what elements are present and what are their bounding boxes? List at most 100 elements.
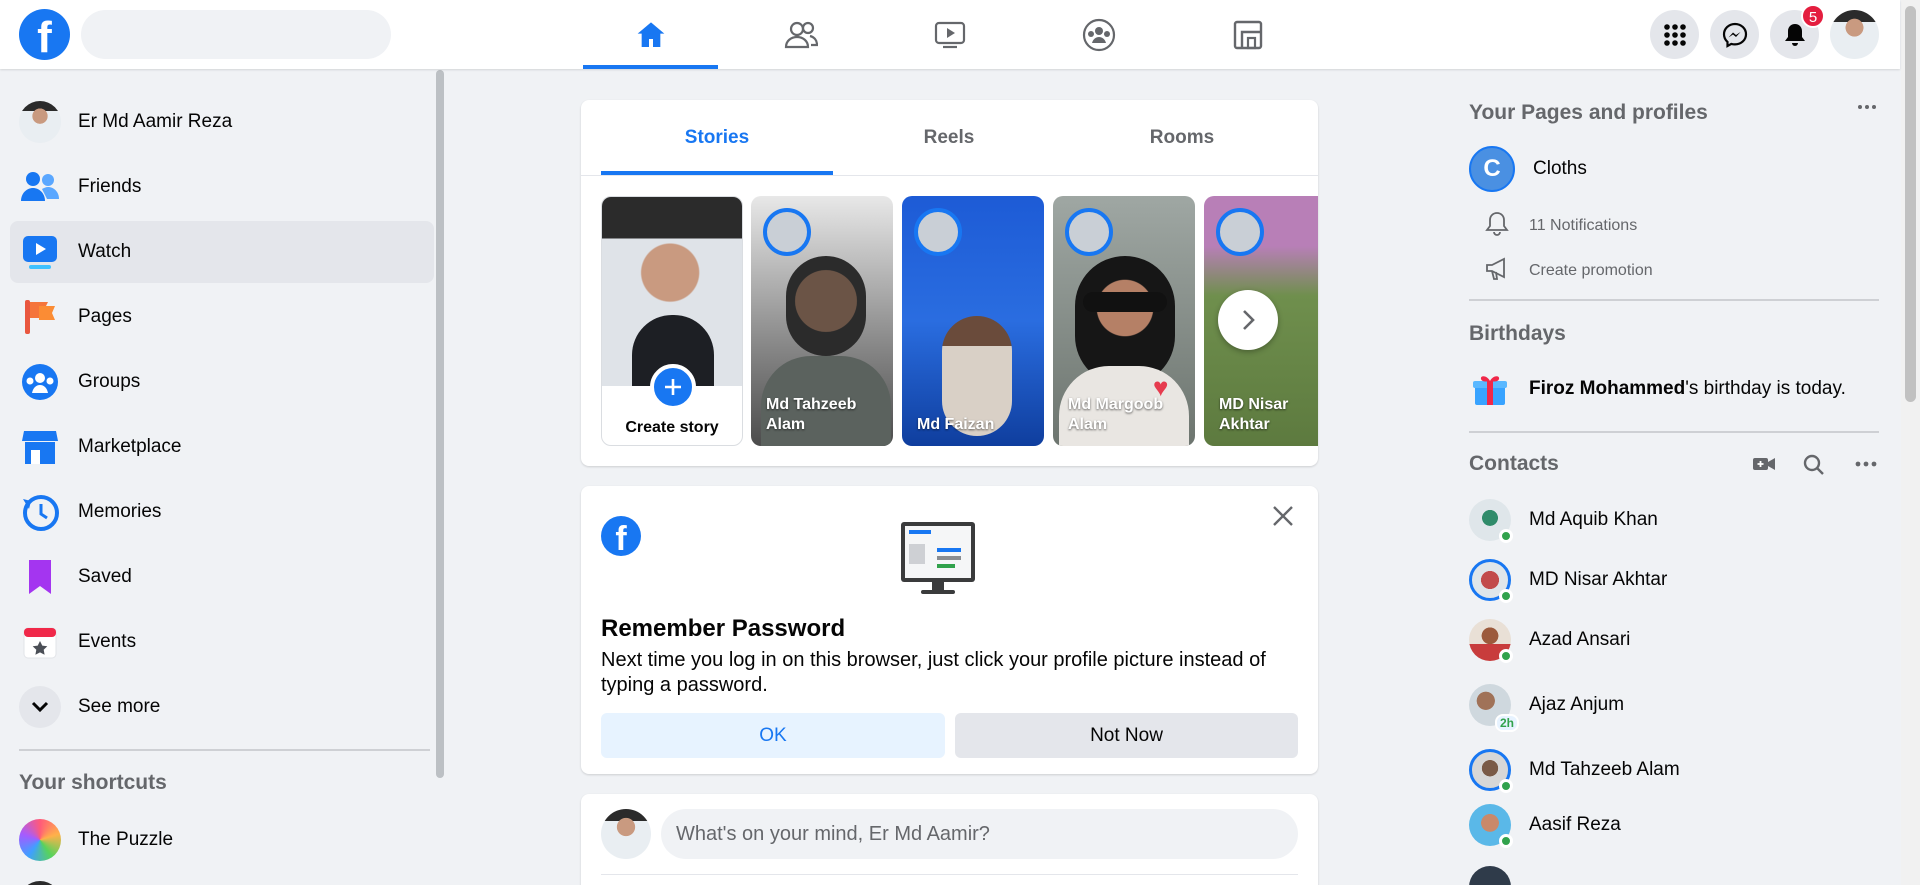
contact-item[interactable]: Aasif Reza: [1469, 797, 1889, 853]
top-navigation-bar: f 5: [0, 0, 1900, 69]
create-story-label: Create story: [625, 419, 719, 436]
create-promotion-label: Create promotion: [1529, 262, 1653, 279]
contact-item[interactable]: MD Nisar Akhtar: [1469, 552, 1889, 608]
nav-home-tab[interactable]: [583, 0, 718, 69]
shortcuts-title: Your shortcuts: [19, 771, 167, 794]
nav-gaming-tab[interactable]: [1180, 0, 1315, 69]
contact-item[interactable]: Azad Ansari: [1469, 612, 1889, 668]
sidebar-item-events[interactable]: Events: [10, 611, 434, 673]
shortcut-item[interactable]: The Puzzle: [10, 809, 434, 871]
story-card[interactable]: ♥ Md Margoob Alam: [1053, 196, 1195, 446]
create-story-card[interactable]: Create story: [601, 196, 743, 446]
events-icon: [19, 621, 61, 663]
pages-title: Your Pages and profiles: [1469, 101, 1708, 124]
watch-icon: [934, 21, 965, 48]
computer-illustration-icon: [901, 522, 975, 594]
contact-item[interactable]: 2h Ajaz Anjum: [1469, 677, 1889, 733]
pages-more-button[interactable]: [1856, 97, 1878, 122]
sidebar-item-label: Saved: [78, 566, 132, 587]
story-card[interactable]: Md Tahzeeb Alam: [751, 196, 893, 446]
birthday-item[interactable]: Firoz Mohammed's birthday is today.: [1469, 361, 1889, 417]
composer-input[interactable]: What's on your mind, Er Md Aamir?: [661, 809, 1298, 859]
more-dots-icon: [1858, 105, 1876, 109]
facebook-logo-icon: f: [601, 516, 641, 556]
birthday-name: Firoz Mohammed: [1529, 378, 1686, 399]
tab-stories[interactable]: Stories: [601, 100, 833, 175]
tab-rooms[interactable]: Rooms: [1066, 100, 1298, 175]
birthday-text: 's birthday is today.: [1685, 378, 1846, 399]
online-indicator: [1499, 649, 1513, 663]
sidebar-item-label: Memories: [78, 501, 162, 522]
story-avatar: [1065, 208, 1113, 256]
avatar: [19, 101, 61, 143]
sidebar-item-marketplace[interactable]: Marketplace: [10, 416, 434, 478]
contact-avatar: 2h: [1469, 684, 1519, 732]
search-contacts-button[interactable]: [1803, 454, 1825, 481]
see-more-button[interactable]: See more: [10, 676, 434, 738]
online-indicator: [1499, 834, 1513, 848]
saved-icon: [19, 556, 61, 598]
online-indicator: [1499, 529, 1513, 543]
sidebar-item-profile[interactable]: Er Md Aamir Reza: [10, 91, 434, 153]
create-promotion-link[interactable]: Create promotion: [1469, 251, 1889, 291]
birthdays-title: Birthdays: [1469, 322, 1566, 345]
menu-grid-icon: [1663, 23, 1686, 46]
messenger-icon: [1722, 22, 1747, 48]
nav-friends-tab[interactable]: [733, 0, 868, 69]
notifications-count-label: 11 Notifications: [1529, 217, 1638, 234]
ok-button[interactable]: OK: [601, 713, 945, 758]
sidebar-item-saved[interactable]: Saved: [10, 546, 434, 608]
contacts-more-button[interactable]: [1854, 454, 1878, 479]
search-input[interactable]: [81, 10, 391, 59]
notifications-button[interactable]: 5: [1770, 4, 1825, 59]
contact-avatar: [1469, 559, 1513, 603]
friends-icon: [784, 21, 818, 48]
groups-icon: [19, 361, 61, 403]
nav-watch-tab[interactable]: [882, 0, 1017, 69]
remember-title: Remember Password: [601, 615, 846, 642]
sidebar-divider: [19, 749, 430, 751]
sidebar-item-memories[interactable]: Memories: [10, 481, 434, 543]
shortcut-label: The Puzzle: [78, 829, 174, 850]
tab-reels[interactable]: Reels: [833, 100, 1065, 175]
contact-item[interactable]: Md Tahzeeb Alam: [1469, 742, 1889, 798]
gaming-icon: [1233, 20, 1262, 49]
sidebar-scrollbar[interactable]: [436, 70, 444, 778]
facebook-logo[interactable]: f: [19, 9, 70, 60]
avatar: [601, 809, 651, 859]
page-avatar: C: [1469, 146, 1515, 192]
story-card[interactable]: Md Faizan: [902, 196, 1044, 446]
page-name: Cloths: [1533, 158, 1587, 179]
sidebar-item-friends[interactable]: Friends: [10, 156, 434, 218]
sidebar-item-groups[interactable]: Groups: [10, 351, 434, 413]
new-room-button[interactable]: [1752, 454, 1776, 479]
page-scrollbar[interactable]: [1901, 0, 1920, 885]
pages-flag-icon: [19, 296, 61, 338]
shortcut-avatar: [19, 881, 61, 885]
story-person: [786, 256, 866, 356]
bell-icon: [1485, 211, 1525, 242]
nav-groups-tab[interactable]: [1031, 0, 1166, 69]
page-notifications-link[interactable]: 11 Notifications: [1469, 206, 1889, 246]
stories-next-button[interactable]: [1218, 290, 1278, 350]
megaphone-icon: [1485, 257, 1525, 286]
menu-button[interactable]: [1650, 10, 1699, 59]
scrollbar-thumb[interactable]: [1905, 6, 1916, 402]
sidebar-item-pages[interactable]: Pages: [10, 286, 434, 348]
sidebar-item-label: Events: [78, 631, 137, 652]
not-now-button[interactable]: Not Now: [955, 713, 1298, 758]
right-divider: [1469, 299, 1879, 301]
page-item[interactable]: C Cloths: [1469, 141, 1889, 197]
close-button[interactable]: [1271, 504, 1295, 533]
sunglasses: [1083, 292, 1167, 312]
contact-item[interactable]: Md Aquib Khan: [1469, 492, 1889, 548]
close-icon: [1273, 506, 1293, 526]
messenger-button[interactable]: [1710, 10, 1759, 59]
sidebar-item-watch[interactable]: Watch: [10, 221, 434, 283]
contact-name: MD Nisar Akhtar: [1529, 569, 1668, 590]
account-avatar[interactable]: [1830, 10, 1879, 59]
tabs-divider: [581, 175, 1318, 176]
story-avatar: [763, 208, 811, 256]
left-sidebar: Er Md Aamir Reza Friends Watch Pages Gro…: [0, 69, 437, 885]
contact-name: Md Aquib Khan: [1529, 509, 1658, 530]
